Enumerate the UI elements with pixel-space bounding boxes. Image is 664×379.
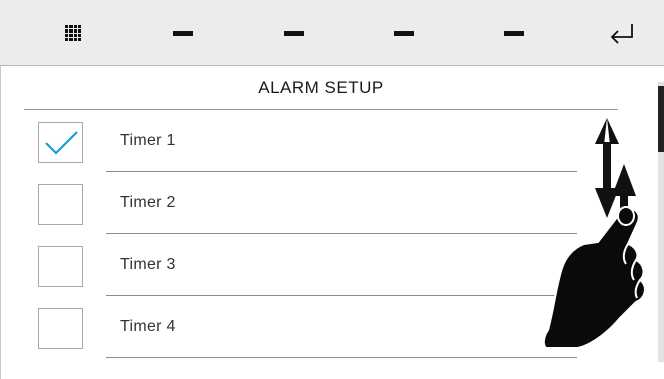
dash-icon xyxy=(504,30,524,36)
menu-grid-icon xyxy=(65,25,81,41)
timer-checkbox[interactable] xyxy=(38,308,83,349)
timer-label: Timer 1 xyxy=(120,132,176,149)
back-enter-button[interactable] xyxy=(582,0,662,66)
timer-label: Timer 4 xyxy=(120,318,176,335)
timer-checkbox[interactable] xyxy=(38,246,83,287)
page-title: ALARM SETUP xyxy=(24,66,618,110)
timer-row[interactable]: Timer 2 xyxy=(0,172,600,234)
toolbar-button-2[interactable] xyxy=(143,0,223,66)
timer-label: Timer 3 xyxy=(120,256,176,273)
timer-checkbox[interactable] xyxy=(38,184,83,225)
timer-row[interactable]: Timer 4 xyxy=(0,296,600,358)
timer-checkbox[interactable] xyxy=(38,122,83,163)
dash-icon xyxy=(173,30,193,36)
checkmark-icon xyxy=(45,131,78,155)
toolbar-button-3[interactable] xyxy=(254,0,334,66)
timer-row[interactable]: Timer 1 xyxy=(0,110,600,172)
toolbar-button-4[interactable] xyxy=(364,0,444,66)
dash-icon xyxy=(394,30,414,36)
timer-label: Timer 2 xyxy=(120,194,176,211)
toolbar-button-5[interactable] xyxy=(474,0,554,66)
dash-icon xyxy=(284,30,304,36)
enter-return-icon xyxy=(610,24,633,44)
swipe-scroll-hand-icon xyxy=(540,118,660,353)
top-toolbar xyxy=(0,0,664,66)
row-divider xyxy=(106,357,577,358)
menu-grid-button[interactable] xyxy=(33,0,113,66)
timer-row[interactable]: Timer 3 xyxy=(0,234,600,296)
